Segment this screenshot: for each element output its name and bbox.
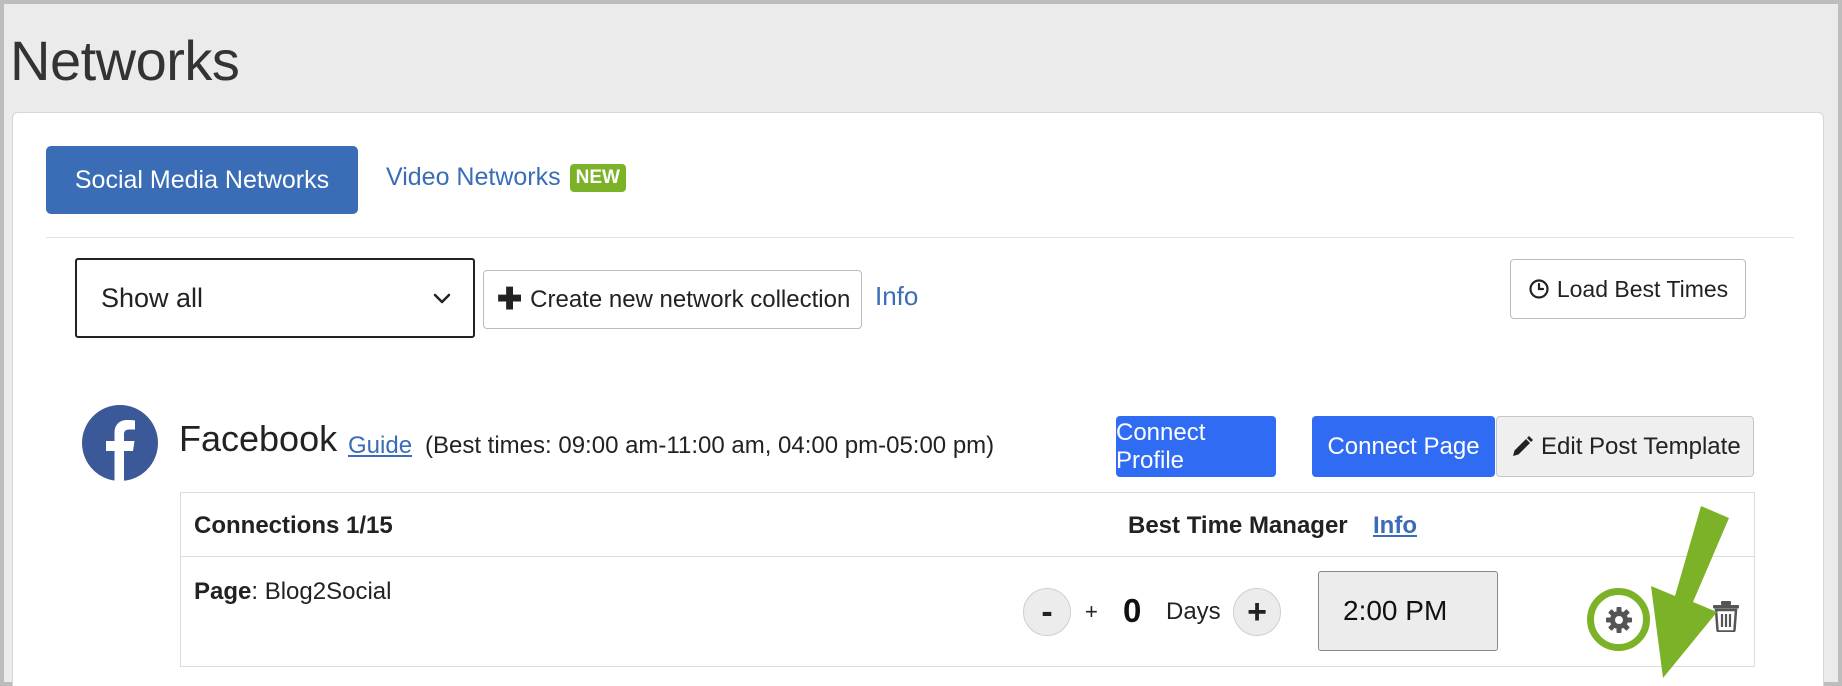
app-frame: Networks Social Media Networks Video Net… <box>4 4 1838 686</box>
best-time-manager-label: Best Time Manager <box>1128 512 1348 539</box>
days-decrement-button[interactable]: - <box>1023 588 1071 636</box>
network-collection-select[interactable]: Show all <box>75 258 475 338</box>
connections-title: Connections 1/15 <box>194 512 393 539</box>
edit-post-template-label: Edit Post Template <box>1541 432 1741 460</box>
tab-video-label: Video Networks <box>386 163 561 191</box>
best-time-manager-info-link[interactable]: Info <box>1373 512 1417 540</box>
connections-table: Connections 1/15 Best Time Manager Info … <box>180 492 1755 667</box>
annotation-arrow <box>1651 506 1729 678</box>
days-value: 0 <box>1123 592 1142 629</box>
connect-page-button[interactable]: Connect Page <box>1312 416 1495 477</box>
tabs-divider <box>46 237 1794 238</box>
tab-social-media-networks[interactable]: Social Media Networks <box>46 146 358 214</box>
select-value: Show all <box>101 282 204 313</box>
connection-type: Page <box>194 578 252 605</box>
connection-label: Page: Blog2Social <box>194 578 391 606</box>
chevron-down-icon <box>433 293 451 304</box>
plus-icon: ✚ <box>497 282 523 316</box>
days-increment-button[interactable]: + <box>1233 588 1281 636</box>
best-times-text: (Best times: 09:00 am-11:00 am, 04:00 pm… <box>425 432 995 459</box>
days-label: Days <box>1166 598 1221 625</box>
networks-panel: Social Media Networks Video Networks NEW… <box>12 112 1824 686</box>
network-name: Facebook <box>179 418 338 459</box>
new-badge: NEW <box>569 163 626 192</box>
page-title: Networks <box>10 29 240 92</box>
clock-icon <box>1529 279 1549 299</box>
connect-profile-button[interactable]: Connect Profile <box>1116 416 1276 477</box>
pencil-icon <box>1513 435 1533 456</box>
load-best-times-label: Load Best Times <box>1556 275 1729 302</box>
table-header-divider <box>181 556 1754 557</box>
days-sign: + <box>1085 599 1098 624</box>
load-best-times-button[interactable]: Load Best Times <box>1510 259 1746 319</box>
tab-video-networks[interactable]: Video Networks NEW <box>386 163 626 192</box>
time-input[interactable]: 2:00 PM <box>1318 571 1498 651</box>
collection-info-link[interactable]: Info <box>875 281 918 312</box>
edit-post-template-button[interactable]: Edit Post Template <box>1496 416 1754 477</box>
connection-name: : Blog2Social <box>251 578 392 605</box>
create-collection-label: Create new network collection <box>530 285 851 313</box>
create-collection-button[interactable]: ✚ Create new network collection <box>483 270 862 329</box>
facebook-icon <box>82 405 158 481</box>
guide-link[interactable]: Guide <box>348 432 412 460</box>
